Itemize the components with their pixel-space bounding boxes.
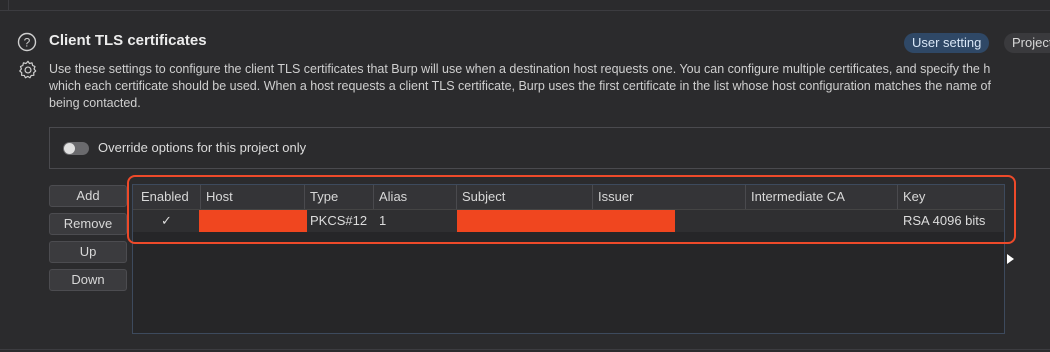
user-setting-tag: User setting bbox=[904, 33, 990, 53]
remove-button[interactable]: Remove bbox=[49, 213, 127, 235]
section-description: Use these settings to configure the clie… bbox=[49, 61, 1050, 112]
description-line: which each certificate should be used. W… bbox=[49, 79, 991, 93]
divider bbox=[0, 349, 1050, 350]
highlight-annotation bbox=[127, 175, 1016, 244]
svg-text:?: ? bbox=[24, 36, 31, 50]
section-title: Client TLS certificates bbox=[49, 32, 207, 49]
project-setting-tag: Project bbox=[1004, 33, 1050, 53]
down-button[interactable]: Down bbox=[49, 269, 127, 291]
override-toggle[interactable] bbox=[63, 142, 89, 155]
description-line: Use these settings to configure the clie… bbox=[49, 62, 991, 76]
help-icon[interactable]: ? bbox=[17, 32, 37, 52]
add-button[interactable]: Add bbox=[49, 185, 127, 207]
toggle-knob bbox=[64, 143, 75, 154]
divider bbox=[0, 0, 9, 10]
override-label: Override options for this project only bbox=[98, 140, 307, 155]
arrow-right-icon[interactable] bbox=[1007, 254, 1014, 264]
divider bbox=[0, 10, 1050, 11]
up-button[interactable]: Up bbox=[49, 241, 127, 263]
override-panel: Override options for this project only bbox=[49, 127, 1050, 169]
gear-icon[interactable] bbox=[17, 59, 39, 81]
description-line: being contacted. bbox=[49, 96, 141, 110]
